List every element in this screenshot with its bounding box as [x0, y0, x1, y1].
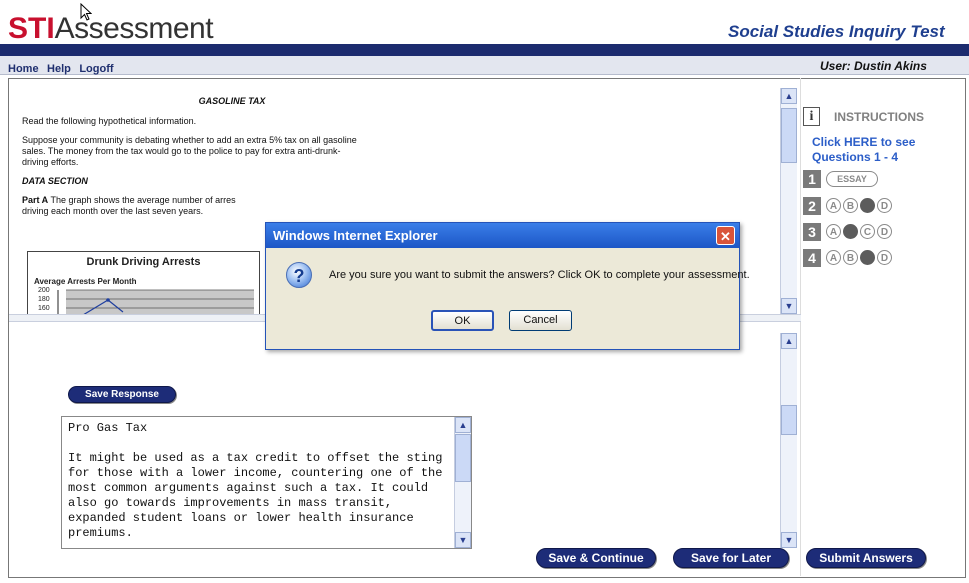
cancel-button[interactable]: Cancel — [509, 310, 572, 331]
column-divider — [800, 78, 801, 576]
scroll-down-icon[interactable]: ▼ — [455, 532, 471, 548]
info-icon[interactable]: i — [803, 107, 820, 126]
scroll-down-icon[interactable]: ▼ — [781, 298, 797, 314]
test-title: Social Studies Inquiry Test — [728, 22, 945, 41]
passage-title: GASOLINE TAX — [198, 96, 266, 106]
scroll-up-icon[interactable]: ▲ — [455, 417, 471, 433]
scroll-down-icon[interactable]: ▼ — [781, 532, 797, 548]
answer-bubble-d[interactable]: D — [877, 224, 892, 239]
essay-text[interactable]: Pro Gas Tax It might be used as a tax cr… — [68, 421, 448, 541]
answer-bubble-c-selected[interactable] — [860, 198, 875, 213]
submit-answers-button[interactable]: Submit Answers — [806, 548, 926, 568]
answer-bubble-d[interactable]: D — [877, 198, 892, 213]
part-a-line1: The graph shows the average number of ar… — [48, 195, 236, 205]
answer-bubble-a[interactable]: A — [826, 224, 841, 239]
passage-scrollbar[interactable]: ▲ ▼ — [780, 88, 797, 314]
ok-button[interactable]: OK — [431, 310, 494, 331]
chart-point — [106, 298, 110, 302]
scroll-thumb[interactable] — [781, 108, 797, 163]
question-number[interactable]: 2 — [803, 197, 821, 215]
chart-tick-label: 200 — [38, 287, 50, 294]
chart-tick-label: 180 — [38, 296, 50, 303]
dialog-titlebar[interactable]: Windows Internet Explorer ✕ — [266, 223, 739, 248]
essay-badge[interactable]: ESSAY — [826, 171, 878, 187]
nav-home-link[interactable]: Home — [8, 63, 39, 75]
passage-scenario: Suppose your community is debating wheth… — [22, 135, 357, 167]
passage-intro: Read the following hypothetical informat… — [22, 116, 197, 126]
chart-plot-area — [66, 290, 254, 315]
part-a-text: Part A The graph shows the average numbe… — [22, 195, 442, 217]
reading-passage: GASOLINE TAX Read the following hypothet… — [22, 96, 442, 217]
answer-bubble-a[interactable]: A — [826, 198, 841, 213]
scroll-up-icon[interactable]: ▲ — [781, 333, 797, 349]
part-a-line2: driving each month over the last seven y… — [22, 206, 204, 216]
question-icon: ? — [286, 262, 312, 288]
data-section-heading: DATA SECTION — [22, 176, 88, 186]
answer-bubble-b[interactable]: B — [843, 250, 858, 265]
answer-bubble-c-selected[interactable] — [860, 250, 875, 265]
user-label: User: Dustin Akins — [820, 59, 927, 73]
essay-textarea[interactable]: Pro Gas Tax It might be used as a tax cr… — [61, 416, 472, 549]
question-number[interactable]: 4 — [803, 249, 821, 267]
chart-tick-label: 160 — [38, 305, 50, 312]
scroll-up-icon[interactable]: ▲ — [781, 88, 797, 104]
essay-scrollbar[interactable]: ▲ ▼ — [454, 417, 471, 548]
save-continue-button[interactable]: Save & Continue — [536, 548, 656, 568]
answer-bubble-c[interactable]: C — [860, 224, 875, 239]
logo-sti: STI — [8, 12, 55, 45]
response-pane-scrollbar[interactable]: ▲ ▼ — [780, 333, 797, 548]
instructions-label[interactable]: INSTRUCTIONS — [834, 110, 924, 124]
question-number[interactable]: 1 — [803, 170, 821, 188]
scroll-thumb[interactable] — [781, 405, 797, 435]
sti-logo: STIAssessment — [8, 12, 214, 45]
drunk-driving-chart: Drunk Driving Arrests Average Arrests Pe… — [27, 251, 260, 315]
question-number[interactable]: 3 — [803, 223, 821, 241]
header-bar — [0, 44, 969, 56]
answer-bubble-b-selected[interactable] — [843, 224, 858, 239]
close-icon[interactable]: ✕ — [716, 226, 735, 245]
mouse-cursor-icon — [80, 3, 92, 21]
chart-plot: 200 180 160 — [38, 287, 254, 315]
answer-bubble-d[interactable]: D — [877, 250, 892, 265]
save-later-button[interactable]: Save for Later — [673, 548, 789, 568]
answer-bubble-a[interactable]: A — [826, 250, 841, 265]
part-a-label: Part A — [22, 195, 49, 205]
save-response-button[interactable]: Save Response — [68, 386, 176, 403]
answer-bubble-b[interactable]: B — [843, 198, 858, 213]
confirm-dialog[interactable]: Windows Internet Explorer ✕ ? Are you su… — [265, 222, 750, 350]
logo-assessment: Assessment — [54, 12, 214, 45]
scroll-thumb[interactable] — [455, 434, 471, 482]
nav-links: Home Help Logoff — [8, 59, 118, 77]
nav-logoff-link[interactable]: Logoff — [79, 63, 113, 75]
dialog-title: Windows Internet Explorer — [273, 228, 438, 243]
dialog-message: Are you sure you want to submit the answ… — [329, 269, 750, 281]
nav-help-link[interactable]: Help — [47, 63, 71, 75]
questions-link[interactable]: Click HERE to see Questions 1 - 4 — [812, 135, 942, 165]
